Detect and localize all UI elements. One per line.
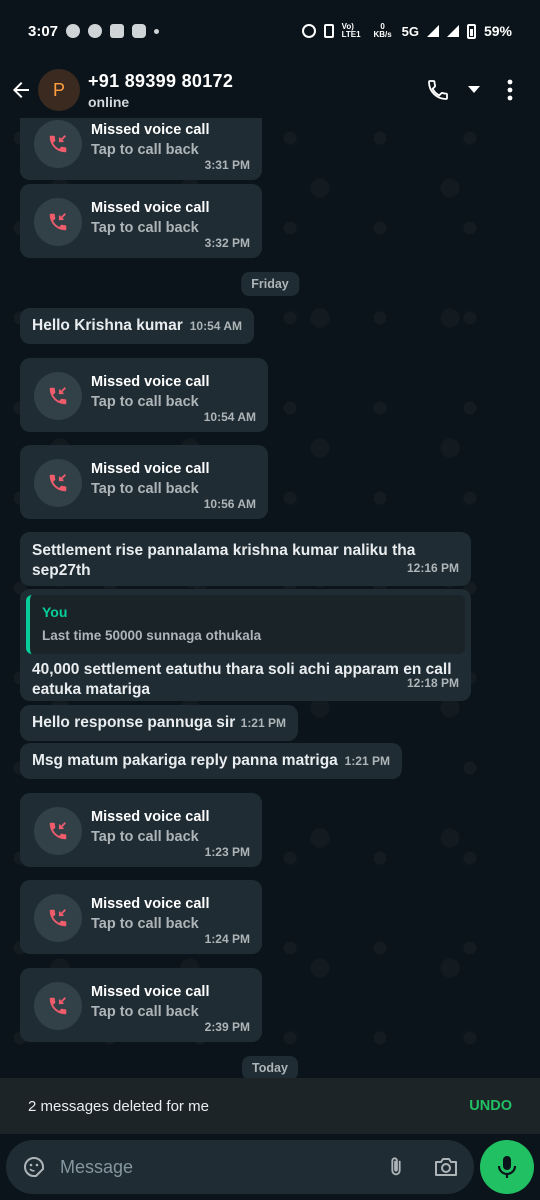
text-message[interactable]: Hello Krishna kumar 10:54 AM — [20, 308, 254, 344]
status-bar: 3:07 Vo) LTE1 0 KB/s 5G 59% — [0, 0, 540, 62]
message-time: 1:23 PM — [204, 845, 250, 859]
more-notifications-icon — [154, 28, 160, 34]
missed-call-icon — [34, 807, 82, 855]
message-time: 10:54 AM — [189, 319, 242, 333]
status-time: 3:07 — [28, 22, 59, 40]
missed-call-icon — [34, 982, 82, 1030]
message-time: 1:24 PM — [204, 932, 250, 946]
reply-message[interactable]: You Last time 50000 sunnaga othukala 40,… — [20, 589, 471, 701]
message-time: 10:56 AM — [203, 497, 256, 511]
voice-call-button[interactable] — [422, 74, 454, 106]
missed-call-icon — [34, 120, 82, 168]
message-time: 12:18 PM — [406, 676, 459, 690]
quote-author: You — [42, 604, 68, 620]
back-button[interactable] — [4, 73, 38, 107]
more-vertical-icon — [507, 79, 513, 101]
chat-area[interactable]: Missed voice call Tap to call back 3:31 … — [0, 118, 540, 1078]
voice-message-button[interactable] — [480, 1140, 534, 1194]
missed-call-message[interactable]: Missed voice call Tap to call back 1:23 … — [20, 793, 262, 867]
battery-percent: 59% — [483, 23, 512, 39]
message-time: 1:21 PM — [344, 754, 390, 768]
text-message[interactable]: Hello response pannuga sir 1:21 PM — [20, 705, 298, 741]
camera-button[interactable] — [424, 1145, 468, 1189]
contact-status: online — [88, 93, 130, 110]
battery-icon — [466, 23, 476, 39]
call-subtitle: Tap to call back — [91, 394, 199, 410]
alarm-icon — [301, 24, 316, 38]
call-title: Missed voice call — [91, 809, 210, 825]
paperclip-icon — [391, 1157, 401, 1176]
missed-call-icon — [34, 198, 82, 246]
more-options-button[interactable] — [494, 74, 526, 106]
date-separator: Today — [242, 1056, 298, 1078]
message-text: 40,000 settlement eatuthu thara soli ach… — [32, 661, 452, 698]
call-title: Missed voice call — [91, 122, 210, 138]
call-options-dropdown[interactable] — [464, 74, 484, 106]
camera-icon — [435, 1158, 457, 1176]
missed-call-message[interactable]: Missed voice call Tap to call back 2:39 … — [20, 968, 262, 1042]
mic-icon — [497, 1156, 517, 1178]
call-subtitle: Tap to call back — [91, 220, 199, 236]
contact-info[interactable]: +91 89399 80172 online — [88, 71, 233, 110]
message-input[interactable] — [60, 1156, 360, 1178]
missed-call-icon — [34, 459, 82, 507]
contact-name: +91 89399 80172 — [88, 70, 234, 91]
undo-button[interactable]: UNDO — [469, 1098, 512, 1114]
date-separator: Friday — [241, 272, 299, 296]
text-message[interactable]: Settlement rise pannalama krishna kumar … — [20, 532, 471, 586]
avatar-letter: P — [52, 79, 65, 100]
composer — [0, 1134, 540, 1200]
chat-header: P +91 89399 80172 online — [0, 62, 540, 118]
snackbar-text: 2 messages deleted for me — [28, 1097, 209, 1115]
volte-label: Vo) LTE1 — [341, 22, 361, 39]
avatar[interactable]: P — [38, 69, 80, 111]
missed-call-message[interactable]: Missed voice call Tap to call back 3:32 … — [20, 184, 262, 258]
message-time: 3:32 PM — [204, 236, 250, 250]
text-message[interactable]: Msg matum pakariga reply panna matriga 1… — [20, 743, 402, 779]
signal-icon-2 — [446, 25, 459, 37]
missed-call-message[interactable]: Missed voice call Tap to call back 10:56… — [20, 445, 268, 519]
call-subtitle: Tap to call back — [91, 916, 199, 932]
call-title: Missed voice call — [91, 896, 210, 912]
attach-button[interactable] — [374, 1145, 418, 1189]
call-title: Missed voice call — [91, 374, 210, 390]
missed-call-icon — [34, 894, 82, 942]
app-icon — [110, 24, 125, 38]
missed-call-message[interactable]: Missed voice call Tap to call back 3:31 … — [20, 118, 262, 180]
signal-icon — [426, 25, 439, 37]
sticker-icon — [24, 1156, 44, 1177]
messenger-icon — [66, 24, 81, 38]
missed-call-message[interactable]: Missed voice call Tap to call back 10:54… — [20, 358, 268, 432]
message-text: Settlement rise pannalama krishna kumar … — [32, 542, 416, 579]
message-time: 1:21 PM — [240, 716, 286, 730]
call-title: Missed voice call — [91, 984, 210, 1000]
notification-icon — [132, 24, 147, 38]
message-time: 10:54 AM — [203, 410, 256, 424]
missed-call-icon — [34, 372, 82, 420]
call-subtitle: Tap to call back — [91, 1004, 199, 1020]
call-title: Missed voice call — [91, 200, 210, 216]
message-input-container — [6, 1140, 474, 1194]
message-time: 2:39 PM — [204, 1020, 250, 1034]
chat-icon — [88, 24, 103, 38]
data-rate: 0 KB/s — [373, 22, 392, 39]
message-text: Msg matum pakariga reply panna matriga — [32, 752, 338, 769]
phone-icon — [428, 80, 448, 100]
call-title: Missed voice call — [91, 461, 210, 477]
sticker-button[interactable] — [10, 1143, 58, 1191]
arrow-left-icon — [13, 82, 29, 98]
quote-text: Last time 50000 sunnaga othukala — [42, 628, 262, 643]
call-subtitle: Tap to call back — [91, 829, 199, 845]
quoted-message[interactable]: You Last time 50000 sunnaga othukala — [26, 595, 465, 654]
missed-call-message[interactable]: Missed voice call Tap to call back 1:24 … — [20, 880, 262, 954]
caret-down-icon — [468, 86, 480, 93]
message-time: 12:16 PM — [406, 561, 459, 575]
snackbar: 2 messages deleted for me UNDO — [0, 1078, 540, 1134]
message-time: 3:31 PM — [204, 158, 250, 172]
vibrate-icon — [323, 24, 334, 38]
call-subtitle: Tap to call back — [91, 142, 199, 158]
call-subtitle: Tap to call back — [91, 481, 199, 497]
network-type: 5G — [401, 23, 419, 39]
